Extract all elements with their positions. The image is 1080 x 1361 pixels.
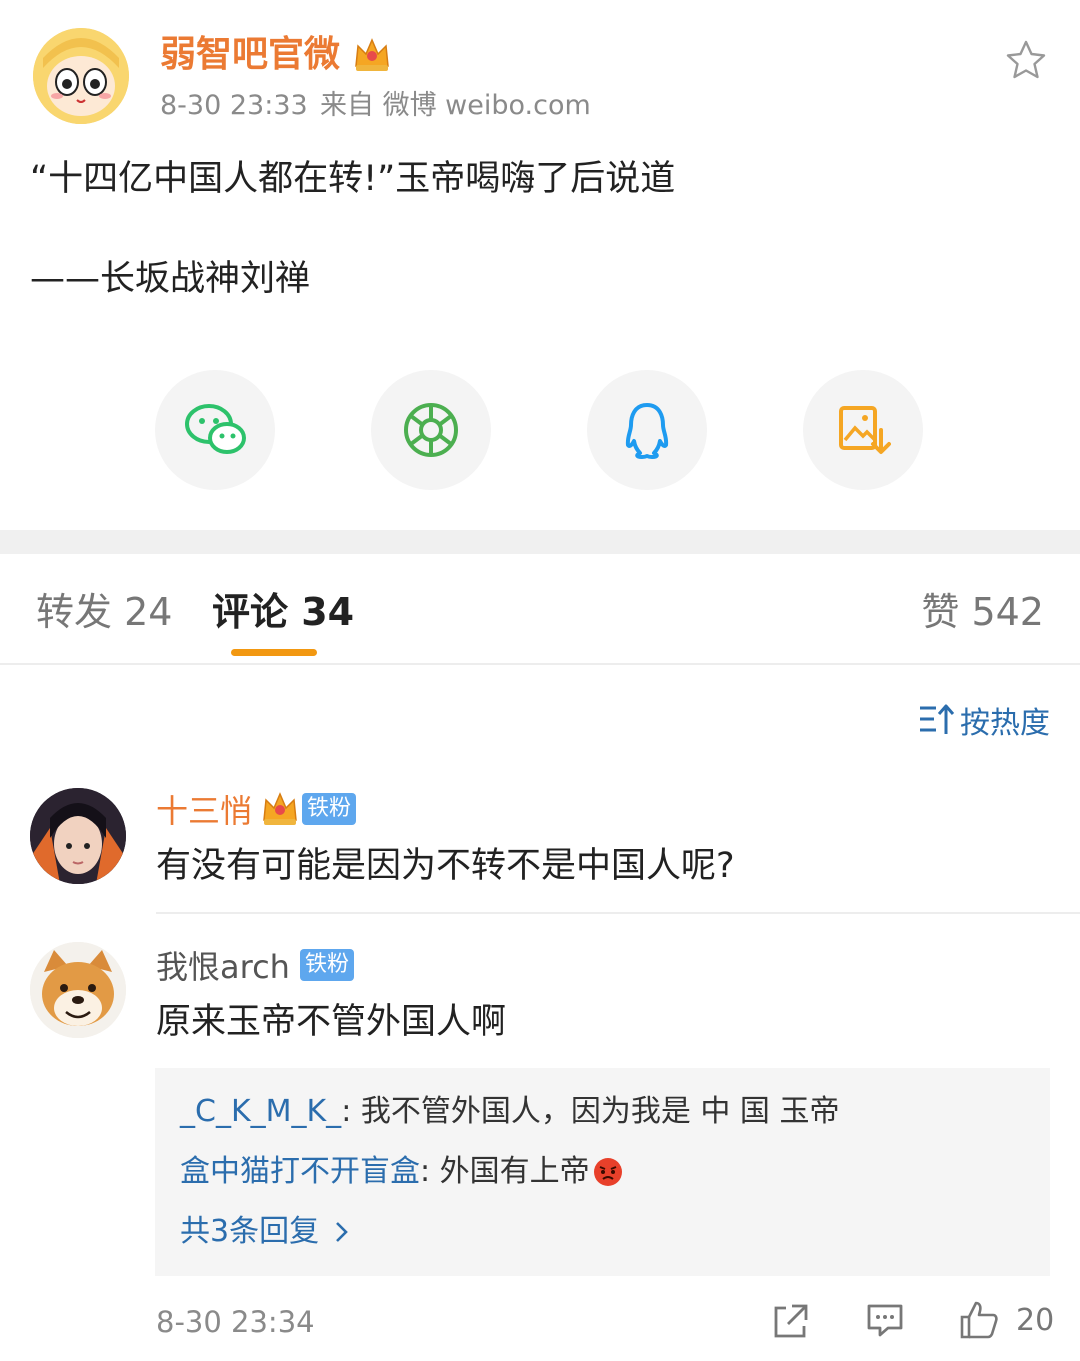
save-image-button[interactable] [803, 370, 923, 490]
tab-comment[interactable]: 评论 34 [212, 588, 354, 636]
reply-item[interactable]: _C_K_M_K_: 我不管外国人，因为我是 中 国 玉帝 [180, 1090, 839, 1134]
chevron-right-icon [336, 1222, 348, 1242]
like-button[interactable]: 20 [958, 1298, 1054, 1342]
more-replies-link[interactable]: 共3条回复 [180, 1210, 353, 1254]
reply-text: : 外国有上帝 [420, 1154, 590, 1189]
commenter-name[interactable]: 我恨arch [156, 942, 290, 988]
comment-text: 有没有可能是因为不转不是中国人呢? [156, 846, 735, 886]
share-moments-button[interactable] [371, 370, 491, 490]
vip-crown-icon [263, 792, 297, 825]
share-out-icon [774, 1304, 808, 1338]
tab-like[interactable]: 赞 542 [921, 588, 1044, 636]
reply-comment-button[interactable] [866, 1302, 904, 1340]
like-count: 20 [1016, 1302, 1055, 1338]
angry-emoji-icon [593, 1158, 622, 1186]
vip-crown-icon [352, 36, 392, 74]
section-divider [0, 530, 1080, 554]
comment-time: 8-30 23:34 [156, 1305, 315, 1339]
tab-active-indicator [231, 649, 317, 656]
fan-badge: 铁粉 [299, 949, 354, 981]
post-time: 8-30 23:33 [160, 90, 308, 121]
moments-icon [404, 403, 458, 457]
more-replies-label: 共3条回复 [180, 1214, 320, 1249]
tabs-bottom-line [0, 663, 1080, 665]
reply-user[interactable]: _C_K_M_K_ [180, 1094, 341, 1129]
reply-user[interactable]: 盒中猫打不开盲盒 [180, 1150, 420, 1194]
reply-item[interactable]: 盒中猫打不开盲盒: 外国有上帝 [180, 1150, 624, 1194]
qq-icon [625, 403, 669, 459]
thumbs-up-icon [960, 1301, 998, 1339]
comment-header: 十三悄 铁粉 [156, 786, 357, 832]
sort-button[interactable]: 按热度 [918, 698, 1050, 742]
favorite-star-icon[interactable] [1004, 38, 1048, 82]
comment-divider [156, 912, 1080, 914]
post-text-line-2: ——长坂战神刘禅 [30, 259, 311, 299]
commenter-name[interactable]: 十三悄 [156, 786, 252, 832]
comment-text: 原来玉帝不管外国人啊 [156, 1002, 507, 1042]
post-text-line-1: “十四亿中国人都在转!”玉帝喝嗨了后说道 [30, 159, 676, 199]
commenter-avatar[interactable] [30, 942, 126, 1038]
comment-header: 我恨arch 铁粉 [156, 942, 354, 988]
sort-icon [920, 704, 955, 734]
share-wechat-button[interactable] [155, 370, 275, 490]
commenter-avatar[interactable] [30, 788, 126, 884]
wechat-icon [185, 404, 246, 454]
fan-badge: 铁粉 [302, 793, 357, 825]
author-name[interactable]: 弱智吧官微 [160, 32, 340, 78]
author-avatar[interactable] [33, 28, 129, 124]
sort-label: 按热度 [960, 706, 1050, 741]
comment-icon [867, 1304, 903, 1337]
share-qq-button[interactable] [587, 370, 707, 490]
tab-repost[interactable]: 转发 24 [36, 588, 172, 636]
save-image-icon [839, 406, 891, 454]
reply-text: : 我不管外国人，因为我是 中 国 玉帝 [341, 1094, 840, 1129]
post-source[interactable]: 来自 微博 weibo.com [320, 88, 591, 124]
repost-comment-button[interactable] [772, 1302, 810, 1340]
